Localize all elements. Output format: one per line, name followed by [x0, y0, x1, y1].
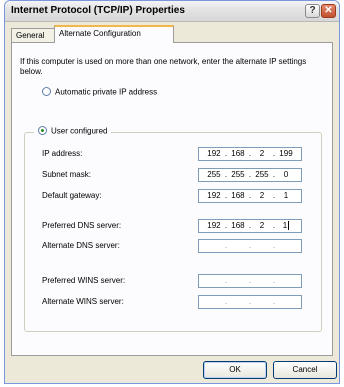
preferred-wins-label: Preferred WINS server: [42, 276, 126, 285]
preferred-dns-label: Preferred DNS server: [42, 221, 122, 230]
subnet-mask-label: Subnet mask: [42, 170, 91, 179]
ip-octet-4: 199 [279, 149, 293, 158]
pref-dns-octet-1: 192 [207, 221, 221, 230]
automatic-ip-option[interactable]: Automatic private IP address [42, 87, 157, 99]
close-icon[interactable]: ✕ [321, 4, 336, 18]
gateway-octet-4: 1 [283, 191, 289, 200]
pref-dns-octet-2: 168 [231, 221, 245, 230]
alternate-dns-label: Alternate DNS server: [42, 241, 120, 250]
default-gateway-label: Default gateway: [42, 191, 102, 200]
title-bar[interactable]: Internet Protocol (TCP/IP) Properties ? … [5, 1, 339, 22]
alternate-dns-field[interactable]: . . . [198, 239, 302, 253]
cancel-button[interactable]: Cancel [273, 361, 337, 379]
ip-octet-2: 168 [231, 149, 245, 158]
user-configured-option[interactable]: User configured [34, 126, 112, 138]
subnet-mask-field[interactable]: 255. 255. 255. 0 [198, 168, 302, 182]
alternate-config-panel: If this computer is used on more than on… [11, 42, 333, 356]
ip-address-label: IP address: [42, 149, 83, 158]
gateway-octet-2: 168 [231, 191, 245, 200]
ok-button[interactable]: OK [203, 361, 267, 379]
help-icon[interactable]: ? [305, 4, 320, 18]
alternate-wins-label: Alternate WINS server: [42, 297, 124, 306]
default-gateway-field[interactable]: 192. 168. 2. 1 [198, 189, 302, 203]
ip-address-field[interactable]: 192. 168. 2. 199 [198, 147, 302, 161]
tab-alternate-configuration[interactable]: Alternate Configuration [54, 25, 174, 43]
ip-octet-3: 2 [259, 149, 265, 158]
tcpip-properties-window: Internet Protocol (TCP/IP) Properties ? … [4, 0, 340, 384]
user-configured-radio[interactable] [38, 126, 47, 136]
preferred-wins-field[interactable]: . . . [198, 274, 302, 288]
subnet-octet-2: 255 [231, 170, 245, 179]
ip-octet-1: 192 [207, 149, 221, 158]
subnet-octet-4: 0 [283, 170, 289, 179]
text-caret [288, 221, 290, 231]
pref-dns-octet-3: 2 [259, 221, 265, 230]
window-title: Internet Protocol (TCP/IP) Properties [11, 5, 185, 16]
gateway-octet-1: 192 [207, 191, 221, 200]
automatic-ip-radio[interactable] [42, 87, 51, 97]
subnet-octet-1: 255 [207, 170, 221, 179]
automatic-ip-label: Automatic private IP address [55, 87, 158, 97]
alternate-wins-field[interactable]: . . . [198, 295, 302, 309]
pref-dns-octet-4: 1 [282, 221, 288, 230]
intro-text: If this computer is used on more than on… [20, 57, 307, 76]
subnet-octet-3: 255 [255, 170, 269, 179]
user-configured-label: User configured [51, 126, 108, 136]
preferred-dns-field[interactable]: 192. 168. 2. 1 [198, 219, 302, 233]
gateway-octet-3: 2 [259, 191, 265, 200]
tab-general[interactable]: General [11, 28, 55, 42]
